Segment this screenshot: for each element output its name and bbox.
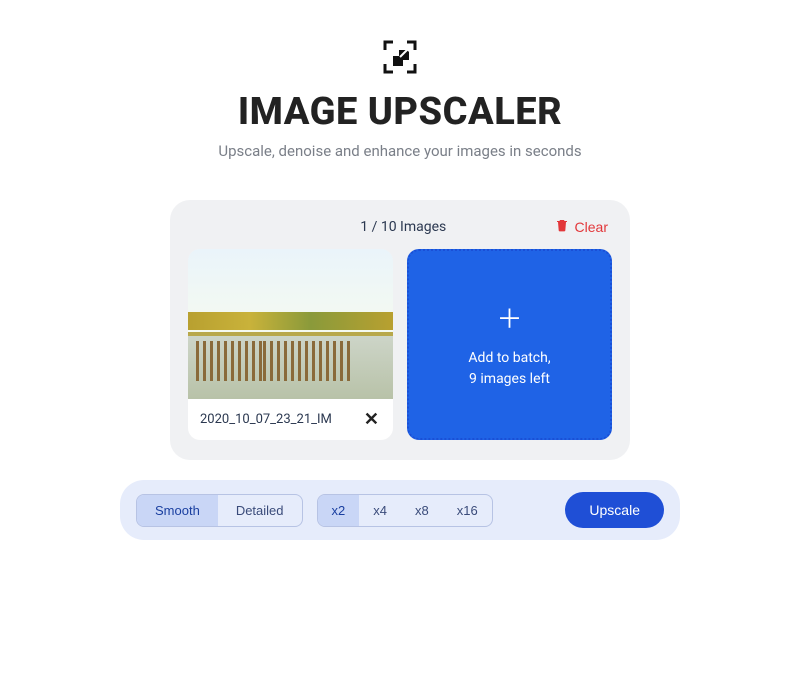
batch-panel: 1 / 10 Images Clear 2020_10_07_23_21_IM … (170, 200, 630, 460)
scale-x16[interactable]: x16 (443, 495, 492, 526)
scale-x2[interactable]: x2 (318, 495, 360, 526)
image-thumbnail[interactable]: 2020_10_07_23_21_IM ✕ (188, 249, 393, 440)
dropzone-line2: 9 images left (468, 369, 550, 390)
clear-button[interactable]: Clear (555, 218, 608, 235)
mode-toggle: Smooth Detailed (136, 494, 303, 527)
thumbnail-filename: 2020_10_07_23_21_IM (200, 412, 354, 427)
trash-icon (555, 218, 569, 235)
add-to-batch-dropzone[interactable]: ＋ Add to batch, 9 images left (407, 249, 612, 440)
scale-x8[interactable]: x8 (401, 495, 443, 526)
upscaler-logo-icon (383, 40, 417, 78)
mode-smooth[interactable]: Smooth (137, 495, 218, 526)
image-count: 1 / 10 Images (252, 219, 555, 235)
controls-bar: Smooth Detailed x2 x4 x8 x16 Upscale (120, 480, 680, 540)
remove-image-button[interactable]: ✕ (360, 409, 383, 430)
thumbnail-preview (188, 249, 393, 399)
upscale-button[interactable]: Upscale (565, 492, 664, 528)
mode-detailed[interactable]: Detailed (218, 495, 302, 526)
dropzone-line1: Add to batch, (468, 348, 550, 369)
scale-x4[interactable]: x4 (359, 495, 401, 526)
plus-icon: ＋ (496, 299, 522, 336)
close-icon: ✕ (364, 409, 379, 429)
scale-toggle: x2 x4 x8 x16 (317, 494, 493, 527)
page-title: IMAGE UPSCALER (238, 90, 562, 134)
page-subtitle: Upscale, denoise and enhance your images… (218, 142, 581, 160)
clear-label: Clear (575, 219, 608, 235)
